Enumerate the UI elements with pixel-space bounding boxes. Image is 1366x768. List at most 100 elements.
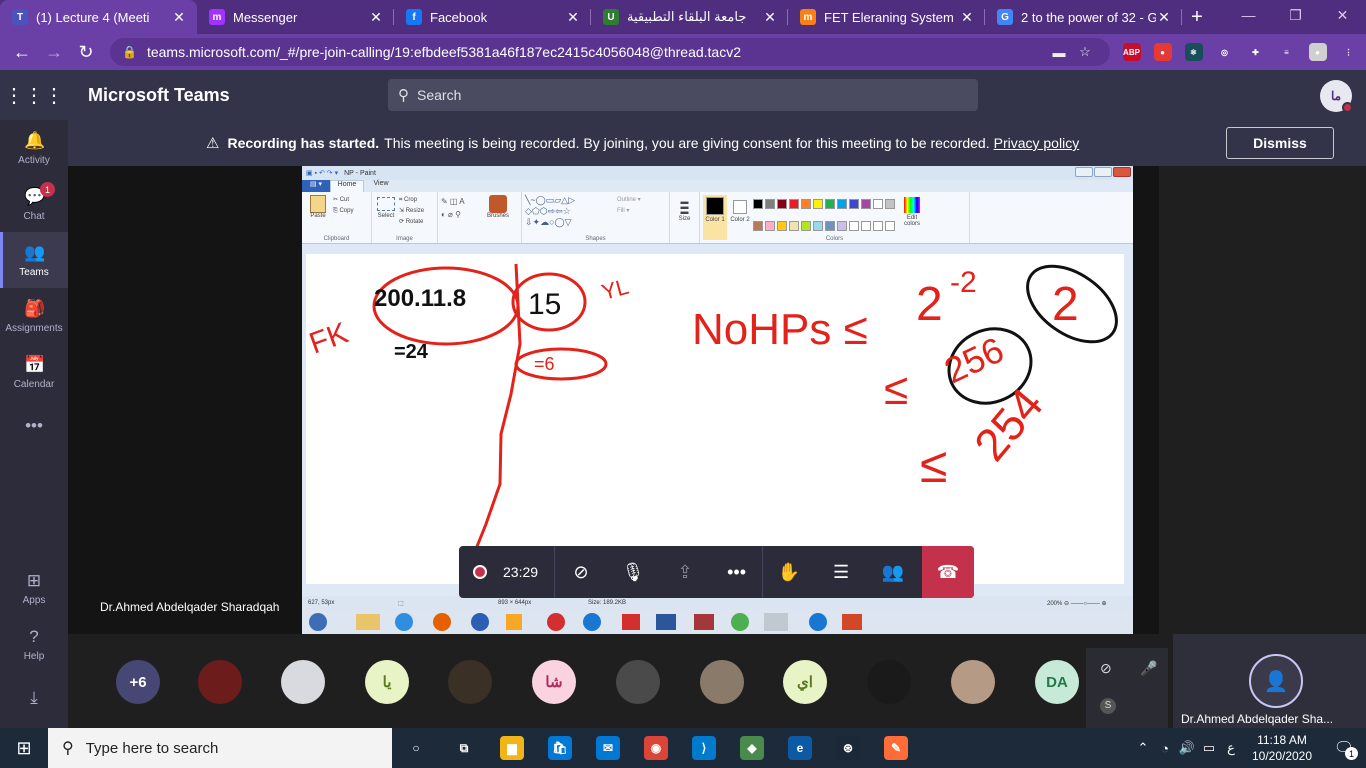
extensions-puzzle-icon[interactable]: ✚ (1240, 37, 1271, 67)
rail-item-activity[interactable]: 🔔 Activity (0, 120, 68, 176)
browser-tab[interactable]: U جامعة البلقاء التطبيقية ✕ (591, 0, 788, 34)
participant-avatar[interactable] (867, 660, 911, 704)
raise-hand-icon[interactable]: ✋ (763, 546, 815, 598)
user-avatar[interactable]: ما (1320, 80, 1353, 113)
tab-title: جامعة البلقاء التطبيقية (627, 9, 747, 24)
extensions-puzzle-icon-glyph: ✚ (1246, 43, 1265, 61)
rail-item-assignments[interactable]: 🎒 Assignments (0, 288, 68, 344)
rail-item-chat[interactable]: 💬 Chat 1 (0, 176, 68, 232)
clock[interactable]: 11:18 AM 10/20/2020 (1242, 732, 1322, 764)
camera-off-icon[interactable]: ⊘ (555, 546, 607, 598)
postman-icon[interactable]: ✎ (872, 728, 920, 768)
colors-group: Color 1 Color 2 Edit colors Colors (700, 192, 970, 243)
self-name: Dr.Ahmed Abdelqader Sha... (1181, 712, 1334, 726)
wifi-icon[interactable]: ◔ (1154, 741, 1176, 756)
rail-item-teams[interactable]: 👥 Teams (0, 232, 68, 288)
meeting-chat-icon[interactable]: ☰ (815, 546, 867, 598)
tab-close-icon[interactable]: ✕ (171, 9, 187, 26)
muted-tile: ⊘ 🎤 S (1086, 648, 1168, 728)
steam-icon[interactable]: ⊛ (824, 728, 872, 768)
outline-label: Outline (617, 197, 637, 203)
moodle-favicon: m (800, 9, 816, 25)
participant-avatar[interactable] (448, 660, 492, 704)
browser-tab[interactable]: G 2 to the power of 32 - G ✕ (985, 0, 1182, 34)
forward-icon[interactable]: → (38, 37, 70, 67)
paint-tab-home: Home (330, 180, 364, 192)
git-kraken-icon[interactable]: ◆ (728, 728, 776, 768)
rail-item-download[interactable]: ⤓ (0, 672, 68, 728)
cortana-icon[interactable]: ○ (392, 728, 440, 768)
dismiss-button[interactable]: Dismiss (1226, 127, 1334, 159)
task-view-icon-glyph: ⧉ (459, 740, 469, 755)
task-view-icon[interactable]: ⧉ (440, 728, 488, 768)
participant-avatar[interactable]: يا (365, 660, 409, 704)
search-input[interactable]: ⚲ Search (388, 79, 978, 111)
minimize-icon[interactable]: — (1225, 0, 1272, 30)
hang-up-button[interactable]: ☎ (922, 546, 974, 598)
rail-item-apps[interactable]: ⊞ Apps (0, 560, 68, 616)
rail-item-calendar[interactable]: 📅 Calendar (0, 344, 68, 400)
tray-chevron-icon[interactable]: ⌃ (1132, 740, 1154, 756)
reload-icon[interactable]: ↻ (70, 37, 102, 67)
profile-avatar-icon[interactable]: ● (1302, 37, 1333, 67)
browser-tab[interactable]: T (1) Lecture 4 (Meeti ✕ (0, 0, 197, 34)
vscode-icon[interactable]: ⟩ (680, 728, 728, 768)
chrome-menu-icon[interactable]: ⋮ (1333, 37, 1364, 67)
camera-blocked-icon[interactable]: ▬ (1046, 45, 1072, 60)
bookmark-star-icon[interactable]: ☆ (1072, 44, 1098, 60)
chrome-icon[interactable]: ◉ (632, 728, 680, 768)
record-icon[interactable]: ◎ (1209, 37, 1240, 67)
text-exp-super: -2 (950, 266, 977, 299)
new-tab-button[interactable]: + (1182, 0, 1212, 34)
teams-icon: 👥 (24, 242, 46, 262)
more-participants-avatar[interactable]: +6 (116, 660, 160, 704)
react-devtools-icon[interactable]: ⚛ (1178, 37, 1209, 67)
edge-icon[interactable]: e (776, 728, 824, 768)
url-field[interactable]: 🔒 teams.microsoft.com/_#/pre-join-callin… (110, 38, 1110, 66)
participant-avatar[interactable] (616, 660, 660, 704)
tab-close-icon[interactable]: ✕ (368, 9, 384, 26)
share-screen-icon[interactable]: ⇪ (659, 546, 711, 598)
app-launcher-icon[interactable]: ⋮⋮⋮ (0, 70, 68, 120)
privacy-policy-link[interactable]: Privacy policy (994, 135, 1080, 151)
notification-count: 1 (1345, 747, 1358, 760)
media-queue-icon[interactable]: ≡ (1271, 37, 1302, 67)
windows-search-input[interactable]: ⚲ Type here to search (48, 728, 392, 768)
browser-tab[interactable]: f Facebook ✕ (394, 0, 591, 34)
input-language[interactable]: ع (1220, 740, 1242, 756)
participant-avatar[interactable] (951, 660, 995, 704)
rail-item-help[interactable]: ? Help (0, 616, 68, 672)
browser-tab[interactable]: m Messenger ✕ (197, 0, 394, 34)
tab-close-icon[interactable]: ✕ (762, 9, 778, 26)
participant-avatar[interactable]: شا (532, 660, 576, 704)
back-icon[interactable]: ← (6, 37, 38, 67)
tab-close-icon[interactable]: ✕ (1156, 9, 1172, 26)
mic-muted-icon[interactable]: 🎙 (607, 546, 659, 598)
close-window-icon[interactable]: ✕ (1319, 0, 1366, 30)
mail-icon[interactable]: ✉ (584, 728, 632, 768)
participant-avatar[interactable] (198, 660, 242, 704)
color-picker-icon[interactable]: ● (1147, 37, 1178, 67)
text-fk: FK (306, 316, 352, 360)
action-center-icon[interactable]: 🗨 1 (1322, 728, 1366, 768)
volume-icon[interactable]: 🔊 (1176, 740, 1198, 756)
browser-tab[interactable]: m FET Eleraning System ✕ (788, 0, 985, 34)
text-formula: NoHPs ≤ (692, 305, 868, 354)
tab-close-icon[interactable]: ✕ (959, 9, 975, 26)
color-palette (753, 199, 895, 240)
participant-avatar[interactable] (700, 660, 744, 704)
more-actions-icon[interactable]: ••• (711, 546, 764, 598)
rail-item-more[interactable]: ••• (0, 400, 68, 456)
participant-avatar[interactable] (281, 660, 325, 704)
tab-close-icon[interactable]: ✕ (565, 9, 581, 26)
adblock-plus-icon[interactable]: ABP (1116, 37, 1147, 67)
store-icon[interactable]: 🛍 (536, 728, 584, 768)
palette-swatch (813, 220, 823, 231)
battery-icon[interactable]: ▭ (1198, 740, 1220, 756)
file-explorer-icon[interactable]: ▆ (488, 728, 536, 768)
windows-start-icon[interactable]: ⊞ (0, 728, 48, 768)
restore-icon[interactable]: ❐ (1272, 0, 1319, 30)
participant-avatar[interactable]: اي (783, 660, 827, 704)
participant-avatar[interactable]: DA (1035, 660, 1079, 704)
participants-icon[interactable]: 👥 (867, 546, 919, 598)
